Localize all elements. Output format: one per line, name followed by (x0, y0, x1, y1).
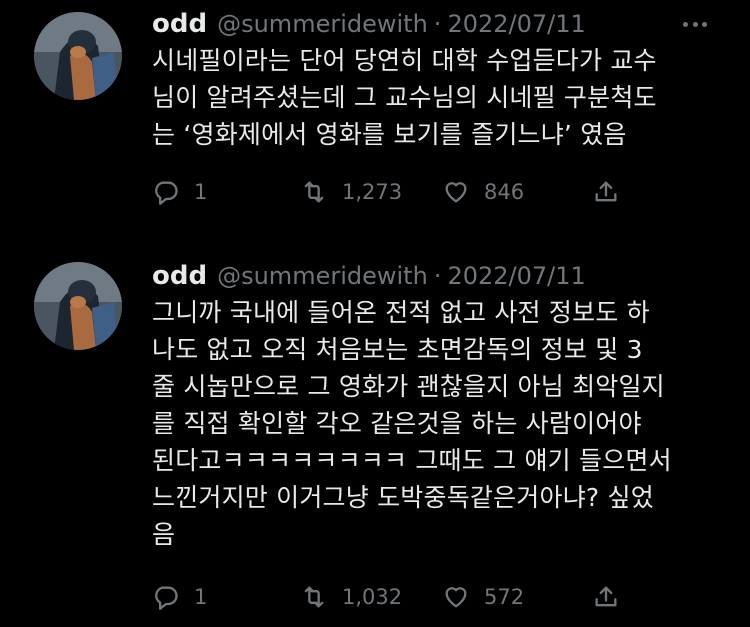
display-name[interactable]: odd (152, 261, 207, 291)
retweet-count: 1,032 (342, 585, 403, 609)
tweet-actions: 1 1,273 846 (152, 175, 632, 209)
tweet-date[interactable]: 2022/07/11 (447, 262, 585, 290)
tweet-text: 시네필이라는 단어 당연히 대학 수업듣다가 교수 님이 알려주셨는데 그 교수… (152, 46, 657, 149)
tweet-header: odd @summeridewith · 2022/07/11 (152, 260, 586, 292)
share-icon (595, 586, 617, 607)
like-button[interactable]: 572 (442, 580, 524, 614)
tweet-header: odd @summeridewith · 2022/07/11 (152, 8, 586, 40)
heart-icon (445, 182, 467, 203)
tweet-actions: 1 1,032 572 (152, 580, 632, 614)
heart-icon (445, 587, 467, 608)
retweet-icon (304, 586, 324, 608)
tweet[interactable]: odd @summeridewith · 2022/07/11 시네필이라는 단… (0, 0, 750, 240)
reply-icon (155, 181, 178, 205)
like-count: 846 (484, 180, 525, 204)
reply-button[interactable]: 1 (152, 175, 207, 209)
reply-count: 1 (194, 180, 208, 204)
more-icon[interactable] (683, 14, 707, 34)
separator: · (433, 262, 442, 290)
like-count: 572 (484, 585, 525, 609)
tweet-date[interactable]: 2022/07/11 (447, 10, 585, 38)
retweet-button[interactable]: 1,273 (300, 175, 402, 209)
share-button[interactable] (592, 580, 620, 614)
avatar[interactable] (34, 262, 122, 350)
share-icon (595, 181, 617, 202)
reply-icon (155, 586, 178, 610)
avatar-image (34, 12, 122, 100)
retweet-count: 1,273 (342, 180, 403, 204)
reply-button[interactable]: 1 (152, 580, 207, 614)
avatar[interactable] (34, 12, 122, 100)
separator: · (433, 10, 442, 38)
display-name[interactable]: odd (152, 9, 207, 39)
tweet[interactable]: odd @summeridewith · 2022/07/11 그니까 국내에 … (0, 252, 750, 627)
retweet-button[interactable]: 1,032 (300, 580, 402, 614)
like-button[interactable]: 846 (442, 175, 524, 209)
reply-count: 1 (194, 585, 208, 609)
retweet-icon (304, 181, 324, 203)
user-handle[interactable]: @summeridewith (217, 262, 428, 290)
user-handle[interactable]: @summeridewith (217, 10, 428, 38)
share-button[interactable] (592, 175, 620, 209)
tweet-text: 그니까 국내에 들어온 전적 없고 사전 정보도 하 나도 없고 오직 처음보는… (152, 298, 672, 549)
avatar-image (34, 262, 122, 350)
